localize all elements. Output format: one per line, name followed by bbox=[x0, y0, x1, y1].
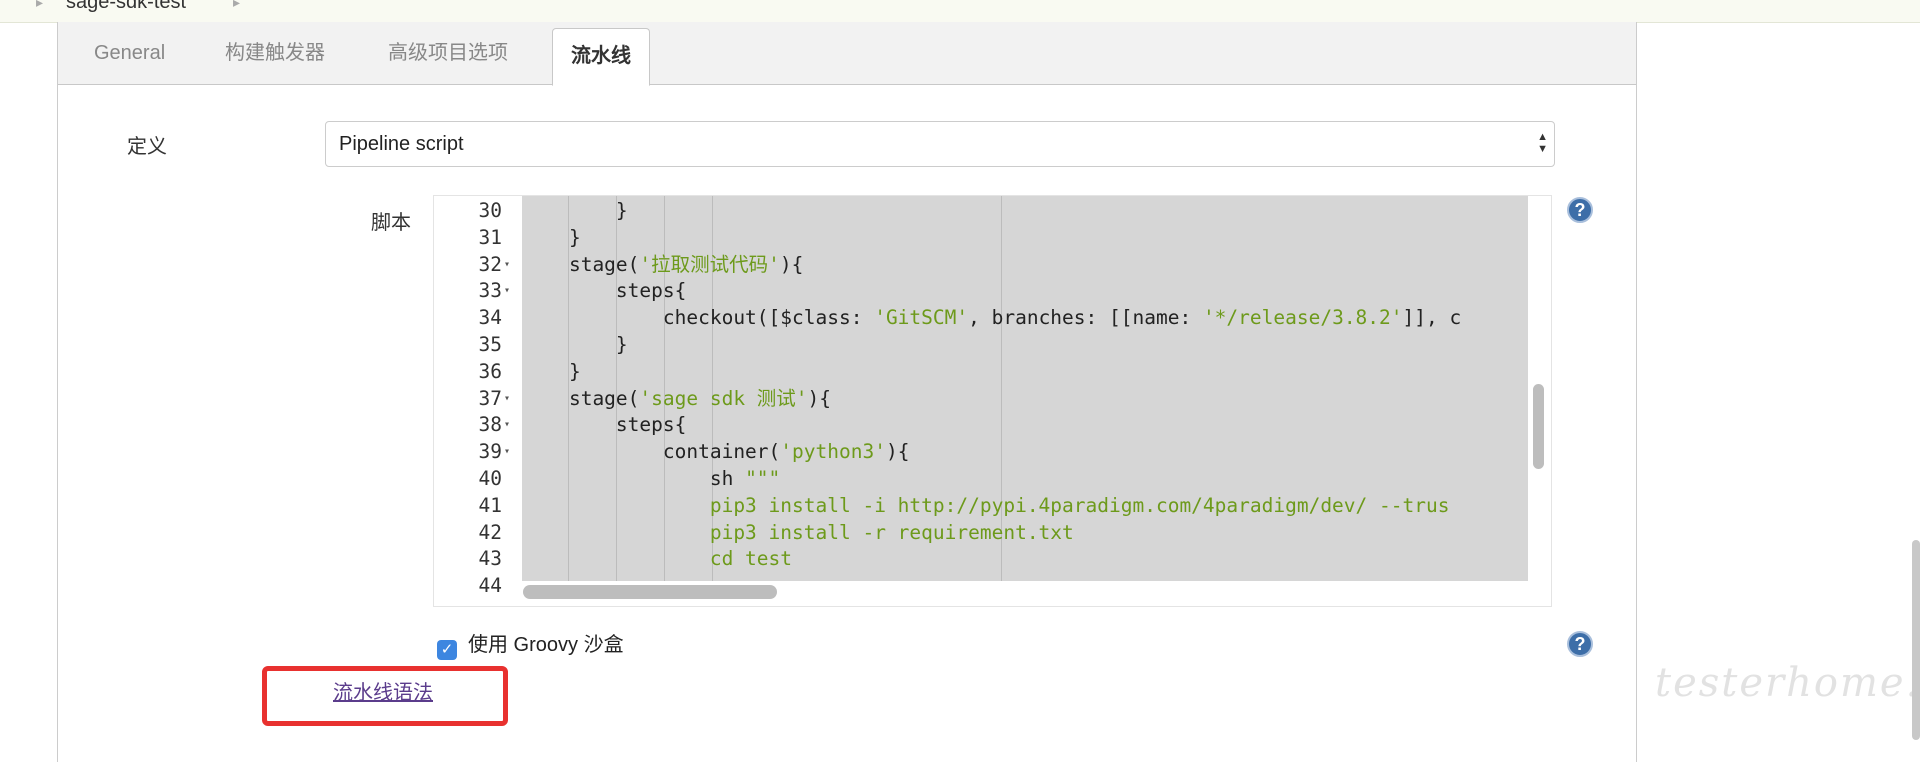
code-text: } bbox=[522, 333, 628, 356]
line-number: 38 bbox=[478, 413, 502, 437]
editor-horizontal-scroll-thumb[interactable] bbox=[523, 585, 777, 599]
fold-arrow-icon[interactable]: ▾ bbox=[504, 251, 510, 278]
code-text: steps{ bbox=[522, 279, 687, 303]
code-text: steps{ bbox=[522, 413, 687, 437]
select-arrows-icon: ▲ ▼ bbox=[1537, 131, 1548, 155]
code-line[interactable]: 40 sh """ bbox=[434, 465, 1551, 492]
sandbox-help-icon[interactable]: ? bbox=[1567, 631, 1593, 657]
code-line[interactable]: 41 pip3 install -i http://pypi.4paradigm… bbox=[434, 492, 1551, 519]
tab-pipeline[interactable]: 流水线 bbox=[552, 28, 650, 86]
line-number: 39 bbox=[478, 440, 502, 464]
fold-arrow-icon[interactable]: ▾ bbox=[504, 277, 510, 304]
code-text: } bbox=[522, 359, 581, 383]
breadcrumb-chevron-icon[interactable]: ▸ bbox=[233, 0, 240, 11]
line-number: 35 bbox=[478, 333, 502, 356]
pipeline-syntax-link[interactable]: 流水线语法 bbox=[333, 676, 433, 705]
code-line[interactable]: 30 } bbox=[434, 197, 1551, 224]
line-number: 32 bbox=[478, 252, 502, 276]
code-line[interactable]: 38 ▾ steps{ bbox=[434, 411, 1551, 438]
line-number: 41 bbox=[478, 493, 502, 517]
line-number: 44 bbox=[478, 574, 502, 598]
code-text: checkout([$class: 'GitSCM', branches: [[… bbox=[522, 306, 1462, 330]
code-text: stage('拉取测试代码'){ bbox=[522, 252, 804, 276]
code-text: stage('sage sdk 测试'){ bbox=[522, 386, 832, 410]
code-line[interactable]: 31 } bbox=[434, 224, 1551, 251]
line-number: 30 bbox=[478, 199, 502, 222]
code-line[interactable]: 42 pip3 install -r requirement.txt bbox=[434, 519, 1551, 546]
code-line[interactable]: 35 } bbox=[434, 331, 1551, 358]
code-text: sh """ bbox=[522, 467, 781, 490]
fold-arrow-icon[interactable]: ▾ bbox=[504, 385, 510, 412]
tab-advanced-options[interactable]: 高级项目选项 bbox=[388, 22, 508, 84]
code-text: pip3 install -r requirement.txt bbox=[522, 520, 1074, 544]
line-number: 43 bbox=[478, 547, 502, 571]
watermark: testerhome.com bbox=[1655, 660, 1920, 706]
tab-general[interactable]: General bbox=[94, 22, 165, 84]
page-scrollbar[interactable] bbox=[1912, 540, 1920, 740]
code-text: pip3 install -i http://pypi.4paradigm.co… bbox=[522, 493, 1450, 517]
line-number: 33 bbox=[478, 279, 502, 303]
breadcrumb-project[interactable]: sage-sdk-test bbox=[66, 0, 186, 14]
code-line[interactable]: 33 ▾ steps{ bbox=[434, 277, 1551, 304]
code-line[interactable]: 34 checkout([$class: 'GitSCM', branches:… bbox=[434, 304, 1551, 331]
definition-select[interactable]: Pipeline script ▲ ▼ bbox=[325, 121, 1555, 167]
groovy-sandbox-checkbox[interactable]: ✓ bbox=[437, 640, 457, 660]
code-text: container('python3'){ bbox=[522, 440, 910, 464]
code-line[interactable]: 43 cd test bbox=[434, 545, 1551, 572]
line-number: 37 bbox=[478, 386, 502, 410]
line-number: 31 bbox=[478, 225, 502, 249]
definition-label: 定义 bbox=[127, 136, 167, 158]
groovy-sandbox-label: 使用 Groovy 沙盒 bbox=[468, 634, 624, 656]
line-number: 36 bbox=[478, 359, 502, 383]
code-text: } bbox=[522, 225, 581, 249]
code-line[interactable]: 36 } bbox=[434, 358, 1551, 385]
code-line[interactable]: 37 ▾ stage('sage sdk 测试'){ bbox=[434, 385, 1551, 412]
line-number: 34 bbox=[478, 306, 502, 330]
script-help-icon[interactable]: ? bbox=[1567, 197, 1593, 223]
line-number: 42 bbox=[478, 520, 502, 544]
line-number: 40 bbox=[478, 467, 502, 490]
breadcrumb-chevron-icon[interactable]: ▸ bbox=[36, 0, 43, 11]
definition-selected-value: Pipeline script bbox=[339, 133, 464, 155]
editor-vertical-scroll-thumb[interactable] bbox=[1533, 384, 1544, 469]
script-label: 脚本 bbox=[371, 212, 411, 234]
fold-arrow-icon[interactable]: ▾ bbox=[504, 438, 510, 465]
code-text: } bbox=[522, 199, 628, 222]
code-line[interactable]: 32 ▾ stage('拉取测试代码'){ bbox=[434, 251, 1551, 278]
code-line[interactable]: 39 ▾ container('python3'){ bbox=[434, 438, 1551, 465]
tab-bar: General 构建触发器 高级项目选项 流水线 bbox=[58, 22, 1636, 86]
breadcrumb: ▸ sage-sdk-test ▸ bbox=[0, 0, 1920, 23]
tab-build-triggers[interactable]: 构建触发器 bbox=[225, 22, 325, 84]
script-editor[interactable]: 30 } 31 } 32 ▾ stage('拉取测试代码'){33 ▾ steps{34… bbox=[433, 195, 1552, 607]
fold-arrow-icon[interactable]: ▾ bbox=[504, 411, 510, 438]
code-text: cd test bbox=[522, 547, 793, 571]
